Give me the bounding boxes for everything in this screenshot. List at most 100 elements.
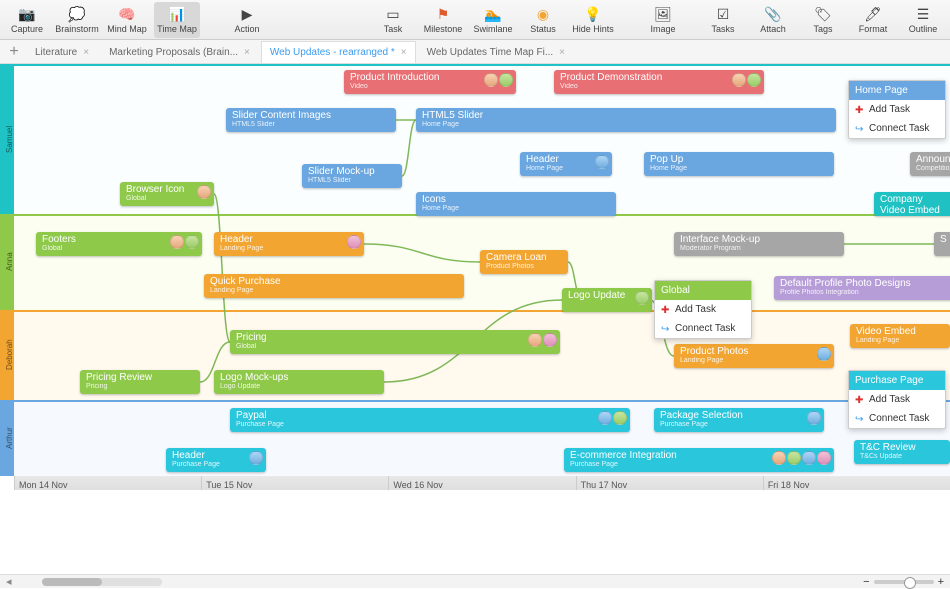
- milestone-button[interactable]: ⚑Milestone: [420, 2, 466, 38]
- task-popup: Home Page✚Add Task↪Connect Task: [848, 80, 946, 139]
- brainstorm-icon: 💭: [68, 6, 86, 24]
- task-bar[interactable]: Browser IconGlobal: [120, 182, 214, 206]
- task-bar[interactable]: Camera LoanProduct Photos: [480, 250, 568, 274]
- document-tab[interactable]: Web Updates Time Map Fi...×: [418, 41, 574, 63]
- task-bar[interactable]: Logo Mock-upsLogo Update: [214, 370, 384, 394]
- hidehints-button[interactable]: 💡Hide Hints: [570, 2, 616, 38]
- document-tab[interactable]: Marketing Proposals (Brain...×: [100, 41, 259, 63]
- add-task-item[interactable]: ✚Add Task: [655, 300, 751, 319]
- image-button[interactable]: 🖼Image: [640, 2, 686, 38]
- plus-icon: ✚: [855, 105, 865, 115]
- task-bar[interactable]: Logo Update: [562, 288, 652, 312]
- brainstorm-button[interactable]: 💭Brainstorm: [54, 2, 100, 38]
- add-task-item[interactable]: ✚Add Task: [849, 100, 945, 119]
- task-bar[interactable]: HeaderPurchase Page: [166, 448, 266, 472]
- task-bar[interactable]: Default Profile Photo DesignsProfile Pho…: [774, 276, 950, 300]
- task-bar[interactable]: T&C ReviewT&Cs Update: [854, 440, 950, 464]
- footer: ◂ − +: [0, 574, 950, 588]
- zoom-slider[interactable]: [874, 580, 934, 584]
- date-axis: Mon 14 NovTue 15 NovWed 16 NovThu 17 Nov…: [14, 476, 950, 490]
- task-bar[interactable]: HeaderHome Page: [520, 152, 612, 176]
- task-bar[interactable]: Product DemonstrationVideo: [554, 70, 764, 94]
- tasklist-icon: ☑: [714, 6, 732, 24]
- document-tab[interactable]: Literature×: [26, 41, 98, 63]
- avatar: [484, 73, 498, 87]
- task-bar[interactable]: E-commerce IntegrationPurchase Page: [564, 448, 834, 472]
- status-icon: ◉: [534, 6, 552, 24]
- task-bar[interactable]: Video EmbedLanding Page: [850, 324, 950, 348]
- avatar: [817, 347, 831, 361]
- avatar: [732, 73, 746, 87]
- avatar: [747, 73, 761, 87]
- zoom-control[interactable]: − +: [863, 576, 944, 588]
- connect-task-item[interactable]: ↪Connect Task: [849, 409, 945, 428]
- task-bar[interactable]: Pop UpHome Page: [644, 152, 834, 176]
- task-bar[interactable]: FootersGlobal: [36, 232, 202, 256]
- scroll-left-icon[interactable]: ◂: [6, 575, 12, 588]
- mindmap-button[interactable]: 🧠Mind Map: [104, 2, 150, 38]
- swimlane-button[interactable]: 🏊Swimlane: [470, 2, 516, 38]
- avatar: [249, 451, 263, 465]
- avatar: [197, 185, 211, 199]
- avatar: [635, 291, 649, 305]
- outline-icon: ☰: [914, 6, 932, 24]
- status-button[interactable]: ◉Status: [520, 2, 566, 38]
- document-tab[interactable]: Web Updates - rearranged *×: [261, 41, 416, 63]
- task-bar[interactable]: Company Video EmbedAbout Us: [874, 192, 950, 216]
- tags-icon: 🏷: [814, 6, 832, 24]
- toolbar: 📷Capture 💭Brainstorm 🧠Mind Map 📊Time Map…: [0, 0, 950, 40]
- swimlane-label[interactable]: Deborah: [0, 310, 14, 400]
- task-bar[interactable]: Interface Mock-upModerator Program: [674, 232, 844, 256]
- task-bar[interactable]: Slider Mock-upHTML5 Slider: [302, 164, 402, 188]
- new-tab-button[interactable]: +: [4, 43, 24, 61]
- close-icon[interactable]: ×: [83, 47, 89, 58]
- connect-icon: ↪: [661, 324, 671, 334]
- swimlane-label[interactable]: Samuel: [0, 64, 14, 214]
- task-bar[interactable]: HeaderLanding Page: [214, 232, 364, 256]
- task-bar[interactable]: Pricing ReviewPricing: [80, 370, 200, 394]
- swimlane-label[interactable]: Anna: [0, 214, 14, 310]
- add-task-item[interactable]: ✚Add Task: [849, 390, 945, 409]
- mindmap-icon: 🧠: [118, 6, 136, 24]
- hint-icon: 💡: [584, 6, 602, 24]
- connect-task-item[interactable]: ↪Connect Task: [655, 319, 751, 338]
- task-bar[interactable]: Package SelectionPurchase Page: [654, 408, 824, 432]
- popup-title: Home Page: [849, 81, 945, 100]
- task-bar[interactable]: IconsHome Page: [416, 192, 616, 216]
- task-bar[interactable]: PaypalPurchase Page: [230, 408, 630, 432]
- task-bar[interactable]: Product IntroductionVideo: [344, 70, 516, 94]
- swimlane-label[interactable]: Arthur: [0, 400, 14, 476]
- task-bar[interactable]: AnnouncementCompetition: [910, 152, 950, 176]
- task-bar[interactable]: Quick PurchaseLanding Page: [204, 274, 464, 298]
- avatar: [613, 411, 627, 425]
- close-icon[interactable]: ×: [559, 47, 565, 58]
- avatar: [595, 155, 609, 169]
- milestone-icon: ⚑: [434, 6, 452, 24]
- task-icon: ▭: [384, 6, 402, 24]
- task-bar[interactable]: HTML5 SliderHome Page: [416, 108, 836, 132]
- action-icon: ▶: [238, 6, 256, 24]
- date-header: Thu 17 Nov: [576, 476, 763, 490]
- horizontal-scrollbar[interactable]: [42, 578, 162, 586]
- tasks-button[interactable]: ☑Tasks: [700, 2, 746, 38]
- attach-button[interactable]: 📎Attach: [750, 2, 796, 38]
- outline-button[interactable]: ☰Outline: [900, 2, 946, 38]
- task-bar[interactable]: Product PhotosLanding Page: [674, 344, 834, 368]
- capture-button[interactable]: 📷Capture: [4, 2, 50, 38]
- connect-task-item[interactable]: ↪Connect Task: [849, 119, 945, 138]
- task-bar[interactable]: PricingGlobal: [230, 330, 560, 354]
- task-bar[interactable]: S: [934, 232, 950, 256]
- attach-icon: 📎: [764, 6, 782, 24]
- timemap-button[interactable]: 📊Time Map: [154, 2, 200, 38]
- timeline-canvas[interactable]: SamuelAnnaDeborahArthur Product Introduc…: [0, 64, 950, 490]
- capture-icon: 📷: [18, 6, 36, 24]
- close-icon[interactable]: ×: [244, 47, 250, 58]
- task-bar[interactable]: Slider Content ImagesHTML5 Slider: [226, 108, 396, 132]
- task-button[interactable]: ▭Task: [370, 2, 416, 38]
- format-button[interactable]: 🖊Format: [850, 2, 896, 38]
- action-button[interactable]: ▶Action: [224, 2, 270, 38]
- close-icon[interactable]: ×: [401, 47, 407, 58]
- tags-button[interactable]: 🏷Tags: [800, 2, 846, 38]
- zoom-in-icon[interactable]: +: [938, 576, 944, 588]
- zoom-out-icon[interactable]: −: [863, 576, 869, 588]
